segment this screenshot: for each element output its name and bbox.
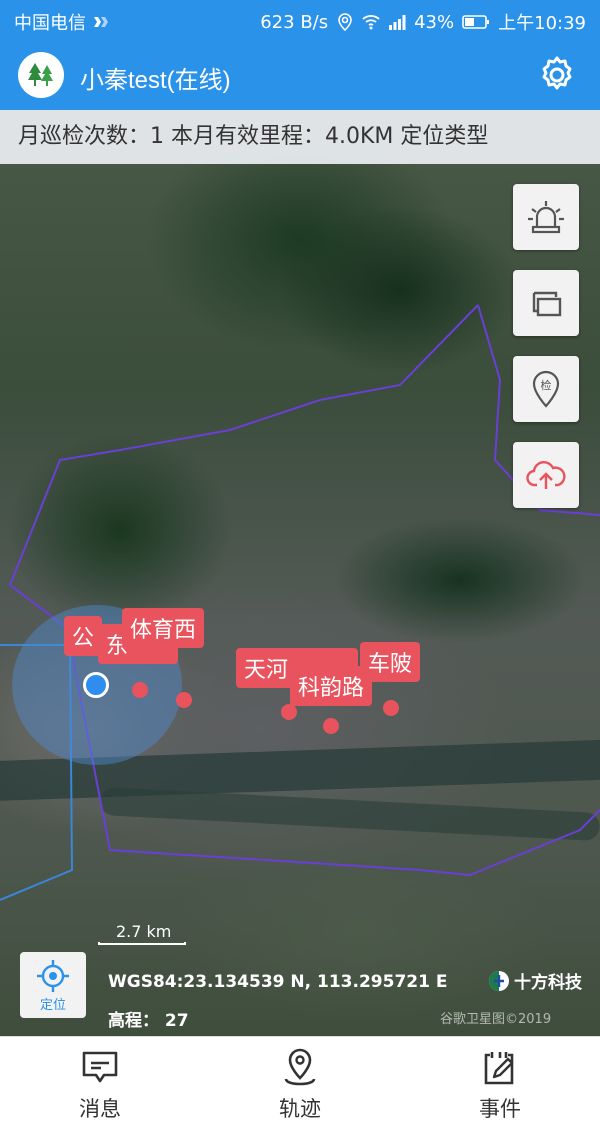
map-marker[interactable]: 公: [64, 616, 103, 656]
location-track-icon: [284, 1048, 316, 1086]
alarm-button[interactable]: [513, 184, 579, 250]
brand-logo: 十方科技: [488, 968, 582, 993]
cloud-upload-icon: [526, 461, 566, 489]
coordinates-readout: WGS84:23.134539 N, 113.295721 E: [108, 972, 448, 992]
marker-dot[interactable]: [281, 704, 297, 720]
inspect-pin-icon: 检: [532, 370, 560, 408]
map-marker[interactable]: 车陂: [360, 642, 421, 682]
status-bar: 中国电信 623 B/s 43% 上午10:39: [0, 0, 600, 40]
marker-label: 公: [72, 626, 95, 651]
marker-dot[interactable]: [132, 682, 148, 698]
alarm-light-icon: [528, 201, 564, 234]
stats-banner: 月巡检次数：1 本月有效里程：4.0KM 定位类型: [0, 110, 600, 164]
crosshair-icon: [37, 959, 69, 992]
marker-dot[interactable]: [383, 700, 399, 716]
battery-percent: 43%: [414, 11, 455, 33]
marker-dot[interactable]: [323, 718, 339, 734]
district-boundary: [0, 304, 600, 901]
inspect-button[interactable]: 检: [513, 356, 579, 422]
tree-logo-icon: [18, 52, 64, 98]
locate-button[interactable]: 定位: [20, 952, 86, 1018]
map-copyright: 谷歌卫星图©2019: [440, 1012, 552, 1027]
nav-label: 轨迹: [279, 1097, 321, 1121]
nav-label: 消息: [79, 1097, 121, 1121]
upload-button[interactable]: [513, 442, 579, 508]
altitude-readout: 高程： 27: [108, 1011, 189, 1031]
layers-button[interactable]: [513, 270, 579, 336]
wifi-icon: [362, 15, 380, 30]
page-title: 小秦test(在线): [80, 67, 231, 94]
layers-icon: [532, 291, 562, 317]
map-marker[interactable]: 体育西: [122, 608, 205, 648]
message-icon: [82, 1051, 118, 1083]
brand-icon: [489, 970, 509, 991]
event-edit-icon: [484, 1052, 514, 1085]
location-icon: [338, 13, 352, 31]
app-header: 小秦test(在线): [0, 40, 600, 110]
brand-text: 十方科技: [514, 973, 582, 993]
nav-messages[interactable]: 消息: [0, 1037, 200, 1133]
map-scale: 2.7 km: [98, 922, 186, 945]
marker-label: 车陂: [368, 652, 413, 677]
inspect-label: 检: [541, 378, 552, 392]
nav-track[interactable]: 轨迹: [200, 1037, 400, 1133]
scale-text: 2.7 km: [116, 922, 172, 941]
marker-label: 天河: [244, 658, 289, 683]
nav-events[interactable]: 事件: [400, 1037, 600, 1133]
scale-bar: [98, 942, 186, 945]
nav-label: 事件: [479, 1097, 521, 1121]
carrier-label: 中国电信: [14, 13, 86, 34]
marker-label: 科韵路: [298, 676, 365, 701]
marker-label: 体育西: [130, 618, 197, 643]
locate-label: 定位: [39, 997, 66, 1013]
satellite-map[interactable]: 月巡检次数：1 本月有效里程：4.0KM 定位类型 检 公 东 体育西 天河 科…: [0, 110, 600, 1036]
clock: 上午10:39: [498, 13, 586, 34]
marker-dot[interactable]: [176, 692, 192, 708]
current-location-dot: [83, 672, 109, 698]
hd-icon: [94, 17, 108, 27]
bottom-nav: 消息 轨迹 事件: [0, 1036, 600, 1133]
network-speed: 623 B/s: [260, 11, 329, 33]
battery-icon: [462, 15, 490, 29]
signal-icon: [389, 15, 406, 30]
gear-icon[interactable]: [536, 54, 578, 96]
stats-banner-text: 月巡检次数：1 本月有效里程：4.0KM 定位类型: [18, 124, 489, 149]
